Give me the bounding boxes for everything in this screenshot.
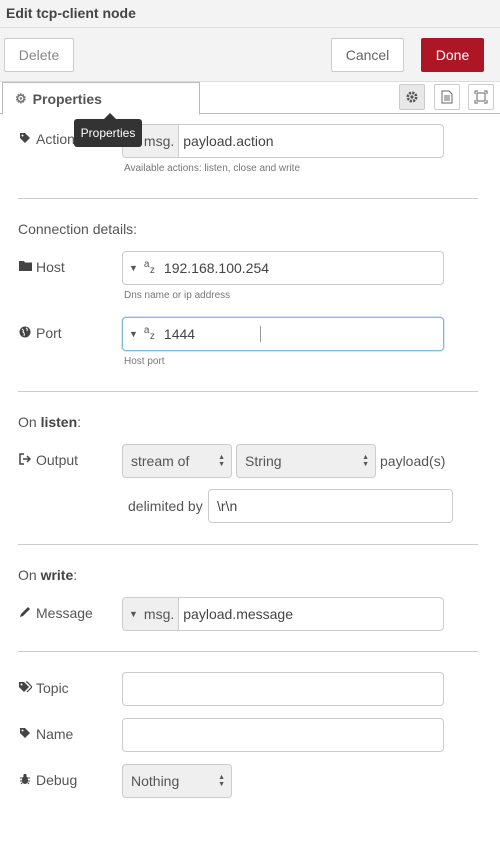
settings-tab-button[interactable]	[399, 84, 425, 110]
tray-header: Edit tcp-client node	[0, 0, 500, 28]
host-label: Host	[18, 259, 65, 275]
chevron-down-icon: ▼	[129, 263, 138, 273]
chevron-updown-icon: ▲ ▼	[362, 454, 369, 468]
port-label: Port	[18, 325, 62, 341]
action-value: payload.action	[183, 133, 274, 149]
output-mode-select[interactable]: stream of ▲ ▼	[122, 444, 232, 478]
host-type-selector[interactable]: ▼ az	[123, 252, 160, 284]
chevron-updown-icon: ▲ ▼	[218, 774, 225, 788]
tab-properties[interactable]: ⚙ Properties	[2, 82, 200, 115]
tab-properties-label: Properties	[32, 90, 102, 107]
debug-label: Debug	[18, 772, 77, 788]
chevron-down-icon: ▼	[129, 609, 138, 619]
tag-icon	[18, 727, 32, 742]
divider	[18, 198, 478, 199]
connection-details-title: Connection details:	[18, 221, 138, 237]
message-type-selector[interactable]: ▼ msg.	[123, 598, 180, 630]
bug-icon	[18, 773, 32, 788]
properties-tooltip: Properties	[74, 113, 142, 147]
delete-button[interactable]: Delete	[4, 38, 74, 72]
delimiter-input[interactable]: \r\n	[208, 489, 453, 523]
description-tab-button[interactable]	[434, 84, 460, 110]
divider	[18, 391, 478, 392]
name-label: Name	[18, 726, 73, 742]
message-input[interactable]: ▼ msg. payload.message	[122, 597, 444, 631]
tab-bar: ⚙ Properties	[0, 82, 500, 115]
cancel-button[interactable]: Cancel	[331, 38, 404, 72]
chevron-updown-icon: ▲ ▼	[218, 454, 225, 468]
action-label: Action	[18, 131, 75, 147]
tag-icon	[18, 132, 32, 147]
string-type-icon: az	[143, 259, 155, 276]
appearance-tab-button[interactable]	[468, 84, 494, 110]
port-type-selector[interactable]: ▼ az	[123, 318, 160, 350]
file-icon	[441, 90, 453, 104]
topic-label: Topic	[18, 680, 69, 696]
string-type-icon: az	[143, 325, 155, 342]
on-write-title: On write:	[18, 567, 78, 583]
output-suffix: payload(s)	[380, 453, 446, 469]
sign-in-icon	[18, 452, 32, 468]
topic-input[interactable]	[122, 672, 444, 706]
cog-icon: ⚙	[15, 90, 27, 106]
output-label: Output	[18, 452, 78, 468]
message-label: Message	[18, 605, 93, 621]
chevron-down-icon: ▼	[129, 329, 138, 339]
port-input[interactable]: ▼ az 1444	[122, 317, 444, 351]
port-hint: Host port	[124, 356, 165, 367]
port-value: 1444	[163, 326, 196, 342]
divider	[18, 544, 478, 545]
tray-toolbar: Delete Cancel Done	[0, 28, 500, 82]
debug-select[interactable]: Nothing ▲ ▼	[122, 764, 232, 798]
action-input[interactable]: ▼ msg. payload.action	[122, 124, 444, 158]
expand-icon	[474, 90, 488, 104]
globe-icon	[18, 326, 32, 341]
tags-icon	[18, 680, 33, 696]
cog-icon	[406, 91, 418, 103]
host-input[interactable]: ▼ az 192.168.100.254	[122, 251, 444, 285]
name-input[interactable]	[122, 718, 444, 752]
tray-title: Edit tcp-client node	[6, 5, 136, 21]
host-value: 192.168.100.254	[163, 260, 270, 276]
action-hint: Available actions: listen, close and wri…	[124, 163, 301, 174]
output-type-select[interactable]: String ▲ ▼	[236, 444, 376, 478]
on-listen-title: On listen:	[18, 414, 82, 430]
done-button[interactable]: Done	[421, 38, 484, 72]
folder-icon	[18, 260, 32, 274]
divider	[18, 651, 478, 652]
message-value: payload.message	[183, 606, 294, 622]
text-cursor	[260, 326, 261, 342]
pencil-icon	[18, 606, 32, 621]
delimited-by-label: delimited by	[128, 498, 203, 514]
host-hint: Dns name or ip address	[124, 290, 231, 301]
